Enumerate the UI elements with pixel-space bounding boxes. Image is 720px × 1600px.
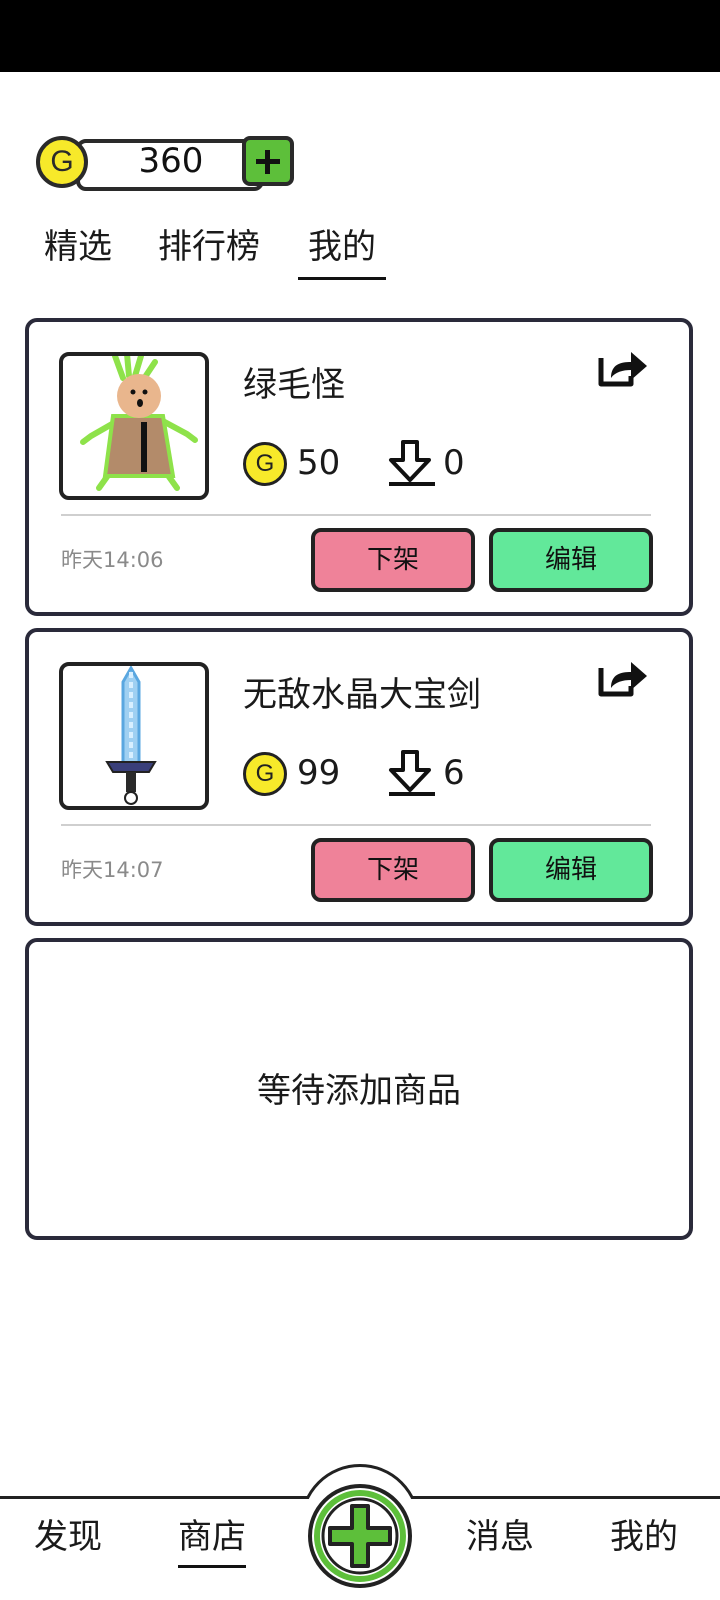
tab-ranking[interactable]: 排行榜 — [158, 222, 260, 272]
share-icon[interactable] — [597, 348, 649, 392]
item-price: 50 — [297, 443, 341, 483]
coin-balance-value: 360 — [138, 141, 204, 181]
tab-featured[interactable]: 精选 — [44, 222, 112, 272]
nav-discover[interactable]: 发现 — [34, 1512, 102, 1562]
item-price: 99 — [297, 753, 341, 793]
add-coins-button[interactable] — [242, 136, 294, 186]
item-card: 绿毛怪 G 50 0 昨天14:06 下架 编辑 — [25, 318, 693, 616]
divider — [61, 824, 651, 826]
edit-button[interactable]: 编辑 — [489, 528, 653, 592]
divider — [61, 514, 651, 516]
nav-messages[interactable]: 消息 — [466, 1512, 534, 1562]
bottom-navigation: 发现 商店 消息 我的 — [0, 1460, 720, 1600]
unlist-button[interactable]: 下架 — [311, 528, 475, 592]
coin-icon: G — [243, 442, 287, 486]
item-date: 昨天14:06 — [61, 548, 164, 572]
item-card: 无敌水晶大宝剑 G 99 6 昨天14:07 下架 编辑 — [25, 628, 693, 926]
item-date: 昨天14:07 — [61, 858, 164, 882]
nav-shop[interactable]: 商店 — [178, 1512, 246, 1568]
crystal-sword-drawing — [105, 666, 157, 805]
item-thumbnail[interactable] — [59, 662, 209, 810]
unlist-button[interactable]: 下架 — [311, 838, 475, 902]
item-downloads: 0 — [443, 443, 465, 483]
item-name: 绿毛怪 — [243, 365, 345, 405]
edit-button[interactable]: 编辑 — [489, 838, 653, 902]
item-thumbnail[interactable] — [59, 352, 209, 500]
create-button[interactable] — [306, 1482, 414, 1594]
coin-icon: G — [36, 136, 88, 188]
status-bar — [0, 0, 720, 72]
item-name: 无敌水晶大宝剑 — [243, 675, 481, 715]
download-icon — [387, 748, 437, 802]
tab-mine[interactable]: 我的 — [298, 222, 386, 280]
empty-item-slot[interactable]: 等待添加商品 — [25, 938, 693, 1240]
coin-balance-bar: 360 G — [36, 136, 296, 192]
nav-profile[interactable]: 我的 — [610, 1512, 678, 1562]
green-monster-drawing — [80, 356, 198, 491]
coin-icon: G — [243, 752, 287, 796]
plus-icon — [308, 1484, 412, 1588]
item-downloads: 6 — [443, 753, 465, 793]
empty-slot-text: 等待添加商品 — [257, 1071, 461, 1111]
share-icon[interactable] — [597, 658, 649, 702]
download-icon — [387, 438, 437, 492]
